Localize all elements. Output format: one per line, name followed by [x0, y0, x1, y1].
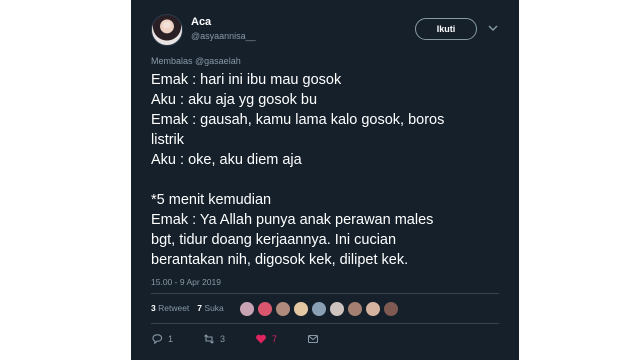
- retweet-icon: [204, 334, 214, 344]
- tweet-text: Emak : hari ini ibu mau gosok Aku : aku …: [151, 70, 501, 270]
- liker-avatar[interactable]: [257, 301, 273, 317]
- liker-avatar[interactable]: [329, 301, 345, 317]
- tweet-line: Aku : oke, aku diem aja: [151, 152, 302, 168]
- retweet-count: 3: [220, 334, 226, 344]
- liker-avatar[interactable]: [365, 301, 381, 317]
- liker-avatar[interactable]: [275, 301, 291, 317]
- reply-prefix: Membalas: [151, 56, 193, 66]
- tweet-actions: 1 3 7: [151, 333, 349, 345]
- liker-avatar[interactable]: [293, 301, 309, 317]
- retweet-button[interactable]: 3: [203, 333, 225, 345]
- tweet-line: Emak : Ya Allah punya anak perawan males: [151, 212, 434, 228]
- reply-count: 1: [168, 334, 174, 344]
- tweet-line: *5 menit kemudian: [151, 192, 272, 208]
- heart-icon: [256, 334, 266, 344]
- tweet-line: berantakan nih, digosok kek, dilipet kek…: [151, 252, 409, 268]
- message-button[interactable]: [307, 333, 319, 345]
- divider: [151, 293, 499, 294]
- follow-button[interactable]: Ikuti: [415, 18, 477, 40]
- likes-label: Suka: [204, 303, 224, 313]
- like-button[interactable]: 7: [255, 333, 277, 345]
- chevron-down-icon[interactable]: [486, 21, 500, 35]
- user-handle[interactable]: @asyaannisa__: [191, 31, 256, 41]
- liker-avatar[interactable]: [311, 301, 327, 317]
- avatar[interactable]: [151, 14, 183, 46]
- retweets-stat[interactable]: 3 Retweet: [151, 303, 189, 313]
- tweet-line: Aku : aku aja yg gosok bu: [151, 92, 318, 108]
- reply-button[interactable]: 1: [151, 333, 173, 345]
- user-name[interactable]: Aca: [191, 16, 211, 28]
- tweet-timestamp[interactable]: 15.00 - 9 Apr 2019: [151, 277, 221, 287]
- likes-count: 7: [197, 303, 203, 313]
- likes-stat[interactable]: 7 Suka: [197, 303, 223, 313]
- tweet-line: listrik: [151, 132, 185, 148]
- tweet-line: bgt, tidur doang kerjaannya. Ini cucian: [151, 232, 397, 248]
- tweet-line: Emak : hari ini ibu mau gosok: [151, 72, 342, 88]
- liker-avatar[interactable]: [347, 301, 363, 317]
- tweet-line: Emak : gausah, kamu lama kalo gosok, bor…: [151, 112, 445, 128]
- engagement-stats: 3 Retweet 7 Suka: [151, 303, 224, 313]
- like-count: 7: [272, 334, 278, 344]
- envelope-icon: [307, 334, 319, 344]
- liker-avatars: [239, 301, 401, 317]
- tweet-card: Aca @asyaannisa__ Ikuti Membalas @gasael…: [131, 0, 519, 360]
- reply-mention-link[interactable]: @gasaelah: [195, 56, 241, 66]
- liker-avatar[interactable]: [239, 301, 255, 317]
- divider: [151, 323, 499, 324]
- reply-icon: [152, 334, 163, 345]
- reply-context: Membalas @gasaelah: [151, 56, 241, 66]
- liker-avatar[interactable]: [383, 301, 399, 317]
- retweets-count: 3: [151, 303, 156, 313]
- retweets-label: Retweet: [158, 303, 190, 313]
